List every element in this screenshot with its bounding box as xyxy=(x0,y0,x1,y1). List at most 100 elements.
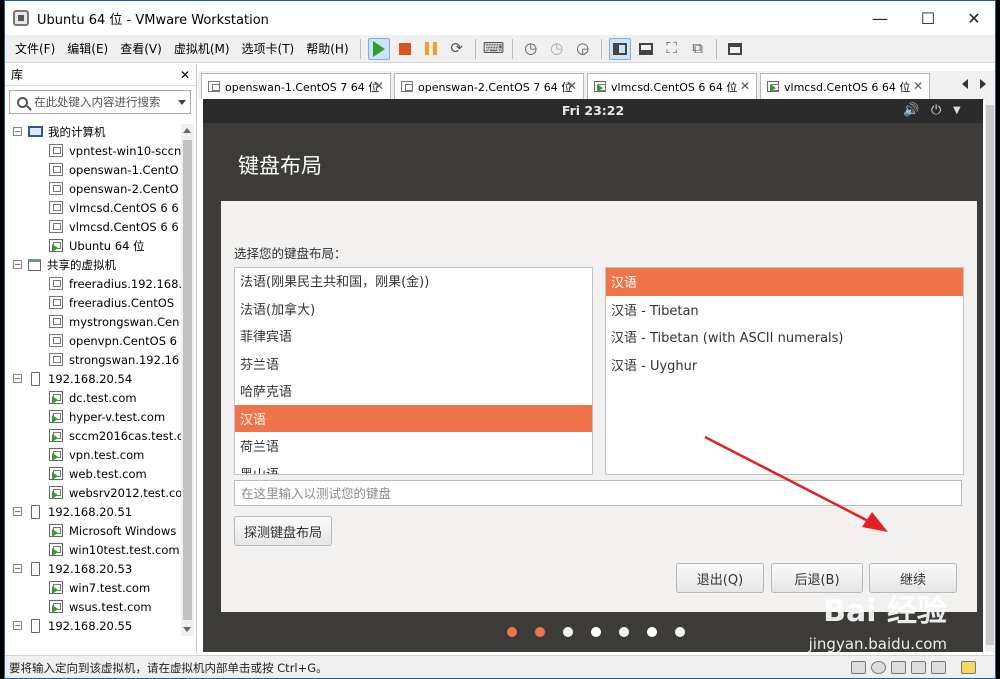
tree-item[interactable]: vpn.test.com xyxy=(13,445,181,464)
tree-item[interactable]: − 共享的虚拟机 xyxy=(13,255,181,274)
clock[interactable]: Fri 23:22 xyxy=(203,103,983,118)
search-input[interactable] xyxy=(34,95,164,109)
notes-icon[interactable] xyxy=(961,661,976,674)
tree-item[interactable]: openvpn.CentOS 6 xyxy=(13,331,181,350)
layout-item[interactable]: 黑山语 xyxy=(235,460,592,474)
vm-console[interactable]: Fri 23:22 🔊 ⏻ ▼ 键盘布局 选择您的键盘布局： 法语(刚果民主共和… xyxy=(203,99,983,652)
keyboard-test-input[interactable] xyxy=(234,480,962,506)
tree-item[interactable]: mystrongswan.Cen xyxy=(13,312,181,331)
snapshot-button[interactable]: ◷ xyxy=(520,38,542,60)
layout-item[interactable]: 法语(加拿大) xyxy=(235,295,592,323)
layout-item[interactable]: 汉语 xyxy=(235,404,592,432)
power-on-button[interactable] xyxy=(367,37,390,60)
sound-card-icon[interactable] xyxy=(931,661,946,674)
tree-item[interactable]: hyper-v.test.com xyxy=(13,407,181,426)
console-scrollbar[interactable] xyxy=(985,99,995,652)
tree-item[interactable]: vpntest-win10-sccn xyxy=(13,141,181,160)
tree-item[interactable]: websrv2012.test.co xyxy=(13,483,181,502)
network-icon[interactable] xyxy=(891,661,906,674)
menu-vm[interactable]: 虚拟机(M) xyxy=(168,40,236,57)
menu-file[interactable]: 文件(F) xyxy=(9,40,61,57)
detect-layout-button[interactable]: 探测键盘布局 xyxy=(234,516,332,546)
tree-item[interactable]: − 192.168.20.53 xyxy=(13,559,181,578)
tree-item[interactable]: freeradius.192.168. xyxy=(13,274,181,293)
tree-item[interactable]: vlmcsd.CentOS 6 6 xyxy=(13,198,181,217)
collapse-icon[interactable]: − xyxy=(13,374,22,383)
variant-list[interactable]: 汉语 汉语 - Tibetan 汉语 - Tibetan (with ASCII n… xyxy=(605,267,964,475)
tab-scroll-left-icon[interactable] xyxy=(962,79,968,89)
collapse-icon[interactable]: − xyxy=(13,564,22,573)
library-scrollbar[interactable] xyxy=(181,124,194,636)
volume-icon[interactable]: 🔊 xyxy=(903,103,919,118)
collapse-icon[interactable]: − xyxy=(13,260,22,269)
tab-openswan-1[interactable]: openswan-1.CentOS 7 64 位 ✕ xyxy=(201,73,391,99)
variant-item[interactable]: 汉语 xyxy=(606,268,963,296)
tree-item[interactable]: − 192.168.20.55 xyxy=(13,616,181,635)
scroll-up-icon[interactable] xyxy=(183,128,191,133)
layout-item[interactable]: 荷兰语 xyxy=(235,432,592,460)
menu-edit[interactable]: 编辑(E) xyxy=(61,40,114,57)
variant-item[interactable]: 汉语 - Uyghur xyxy=(606,351,963,379)
minimize-button[interactable]: — xyxy=(857,1,903,35)
tab-openswan-2[interactable]: openswan-2.CentOS 7 64 位 ✕ xyxy=(394,73,584,99)
reset-button[interactable]: ⟳ xyxy=(446,38,468,60)
tree-item[interactable]: strongswan.192.16 xyxy=(13,350,181,369)
tree-item[interactable]: Microsoft Windows xyxy=(13,521,181,540)
maximize-button[interactable]: ☐ xyxy=(905,1,951,35)
console-scroll-thumb[interactable] xyxy=(986,105,994,645)
snapshot-manager-button[interactable]: ◶ xyxy=(572,38,594,60)
tree-item[interactable]: win7.test.com xyxy=(13,578,181,597)
usb-icon[interactable] xyxy=(911,661,926,674)
tree-item[interactable]: openswan-1.CentO xyxy=(13,160,181,179)
cd-icon[interactable] xyxy=(871,661,886,674)
tab-close-icon[interactable]: ✕ xyxy=(740,79,750,93)
menu-help[interactable]: 帮助(H) xyxy=(300,40,354,57)
full-screen-button[interactable]: ⛶ xyxy=(661,38,683,60)
tab-vlmcsd-1[interactable]: vlmcsd.CentOS 6 64 位 ✕ xyxy=(587,73,757,99)
system-menu-arrow-icon[interactable]: ▼ xyxy=(953,105,961,116)
tab-close-icon[interactable]: ✕ xyxy=(374,79,384,93)
suspend-button[interactable] xyxy=(420,38,442,60)
library-search[interactable] xyxy=(9,90,191,114)
tree-item[interactable]: − 192.168.20.54 xyxy=(13,369,181,388)
menu-tabs[interactable]: 选项卡(T) xyxy=(236,40,301,57)
layout-item[interactable]: 芬兰语 xyxy=(235,350,592,378)
tree-item[interactable]: wsus.test.com xyxy=(13,597,181,616)
layout-item[interactable]: 哈萨克语 xyxy=(235,377,592,405)
title-bar[interactable]: Ubuntu 64 位 - VMware Workstation — ☐ ✕ xyxy=(5,1,995,35)
tree-item[interactable]: dc.test.com xyxy=(13,388,181,407)
power-off-button[interactable] xyxy=(394,38,416,60)
scroll-down-icon[interactable] xyxy=(183,627,191,632)
tree-item[interactable]: freeradius.CentOS xyxy=(13,293,181,312)
console-view-button[interactable] xyxy=(724,38,746,60)
layout-item[interactable]: 菲律宾语 xyxy=(235,322,592,350)
tree-item[interactable]: openswan-2.CentO xyxy=(13,179,181,198)
thumbnail-bar-button[interactable] xyxy=(635,38,657,60)
send-ctrl-alt-del-button[interactable]: ⌨ xyxy=(483,38,505,60)
tab-close-icon[interactable]: ✕ xyxy=(913,79,923,93)
tree-item[interactable]: − 192.168.20.51 xyxy=(13,502,181,521)
unity-button[interactable]: ⧉ xyxy=(687,38,709,60)
collapse-icon[interactable]: − xyxy=(13,621,22,630)
quit-button[interactable]: 退出(Q) xyxy=(676,563,764,593)
hdd-icon[interactable] xyxy=(851,661,866,674)
layout-list[interactable]: 法语(刚果民主共和国，刚果(金)) 法语(加拿大) 菲律宾语 芬兰语 哈萨克语 汉语 荷兰语… xyxy=(234,267,593,475)
tree-item[interactable]: win10test.test.com xyxy=(13,540,181,559)
layout-item[interactable]: 法语(刚果民主共和国，刚果(金)) xyxy=(235,268,592,295)
tree-item[interactable]: vlmcsd.CentOS 6 6 xyxy=(13,217,181,236)
search-dropdown-icon[interactable] xyxy=(178,100,186,105)
library-scroll-thumb[interactable] xyxy=(183,140,192,620)
tree-item[interactable]: − 我的计算机 xyxy=(13,122,181,141)
show-library-button[interactable] xyxy=(608,37,631,60)
library-close-icon[interactable]: ✕ xyxy=(180,68,190,82)
collapse-icon[interactable]: − xyxy=(13,507,22,516)
power-icon[interactable]: ⏻ xyxy=(931,103,941,118)
variant-item[interactable]: 汉语 - Tibetan xyxy=(606,296,963,324)
tab-close-icon[interactable]: ✕ xyxy=(567,79,577,93)
tree-item[interactable]: Ubuntu 64 位 xyxy=(13,236,181,255)
tree-item[interactable]: sccm2016cas.test.c xyxy=(13,426,181,445)
revert-snapshot-button[interactable]: ◷ xyxy=(546,38,568,60)
tree-item[interactable]: web.test.com xyxy=(13,464,181,483)
variant-item[interactable]: 汉语 - Tibetan (with ASCII numerals) xyxy=(606,323,963,351)
menu-view[interactable]: 查看(V) xyxy=(114,40,168,57)
